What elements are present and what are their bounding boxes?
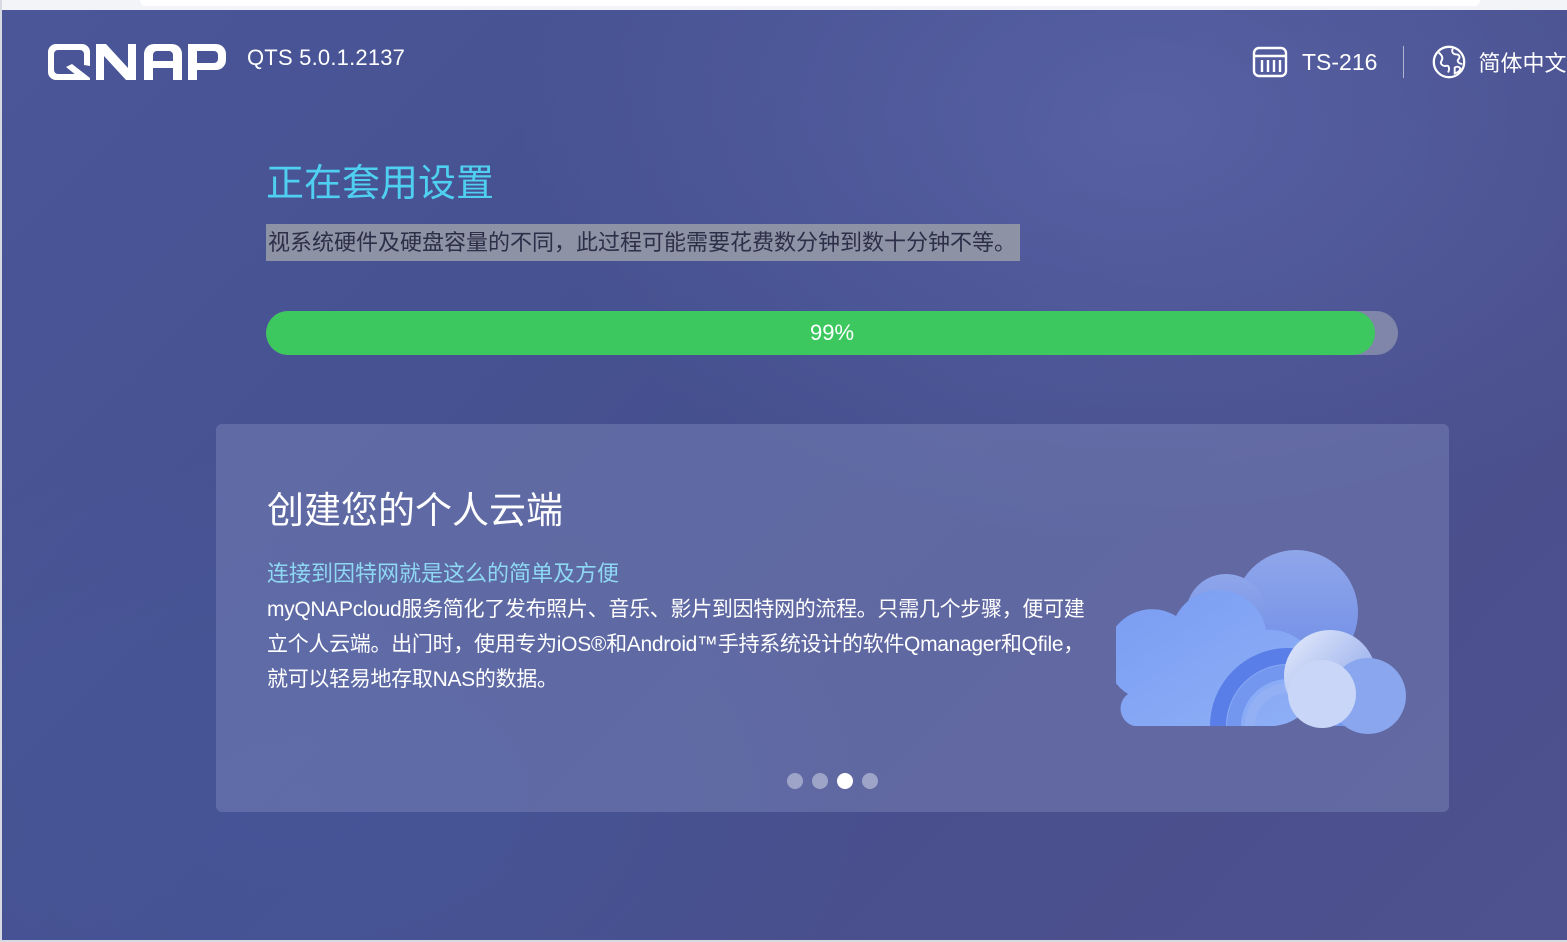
nas-device-icon <box>1252 46 1288 78</box>
card-body: myQNAPcloud服务简化了发布照片、音乐、影片到因特网的流程。只需几个步骤… <box>267 598 1085 691</box>
header-divider <box>1403 46 1405 78</box>
header-right: TS-216 简体中文 <box>1250 40 1566 84</box>
progress-label: 99% <box>809 320 855 345</box>
globe-icon[interactable] <box>1430 43 1468 81</box>
setup-title: 正在套用设置 <box>266 163 495 205</box>
qnap-logo <box>48 44 226 80</box>
card-title: 创建您的个人云端 <box>267 490 563 531</box>
carousel-dot[interactable] <box>862 773 878 789</box>
setup-description: 视系统硬件及硬盘容量的不同，此过程可能需要花费数分钟到数十分钟不等。 <box>266 224 1021 261</box>
cloud-illustration <box>1116 550 1406 734</box>
device-name: TS-216 <box>1302 48 1378 75</box>
card-subtitle: 连接到因特网就是这么的简单及方便 <box>267 561 620 586</box>
carousel-dots <box>787 773 878 789</box>
top-strip <box>0 0 1567 10</box>
left-border <box>0 0 2 942</box>
carousel-dot[interactable] <box>787 773 803 789</box>
progress-bar: 99% <box>266 311 1398 355</box>
carousel-dot[interactable] <box>812 773 828 789</box>
carousel-dot[interactable] <box>837 773 853 789</box>
language-selector[interactable]: 简体中文 <box>1478 46 1566 78</box>
info-card: 创建您的个人云端 连接到因特网就是这么的简单及方便 myQNAPcloud服务简… <box>216 424 1449 812</box>
os-version: QTS 5.0.1.2137 <box>247 45 406 70</box>
